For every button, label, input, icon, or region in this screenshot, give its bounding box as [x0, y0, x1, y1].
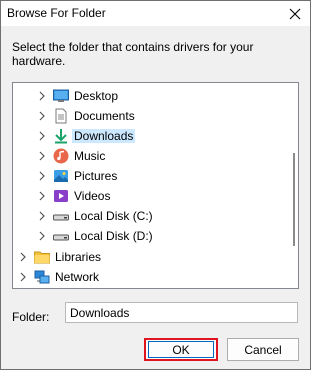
drive-icon	[53, 214, 69, 221]
tree-item-local-disk-d[interactable]: Local Disk (D:)	[13, 226, 281, 246]
browse-for-folder-dialog: Browse For Folder Select the folder that…	[0, 0, 311, 370]
tree-item-label: Pictures	[74, 169, 118, 183]
tree-item-pictures[interactable]: Pictures	[13, 166, 281, 186]
cancel-button[interactable]: Cancel	[227, 338, 299, 361]
music-icon	[53, 148, 69, 164]
network-icon	[34, 270, 50, 284]
ok-button-label: OK	[148, 341, 214, 358]
libraries-icon	[34, 251, 50, 264]
tree-item-libraries[interactable]: Libraries	[13, 247, 281, 267]
pictures-icon	[54, 170, 68, 182]
chevron-right-icon[interactable]	[18, 251, 28, 263]
downloads-icon	[55, 129, 67, 144]
scrollbar-thumb[interactable]	[293, 153, 295, 246]
tree-item-label: Downloads	[72, 129, 136, 143]
tree-item-label: Desktop	[74, 89, 119, 103]
window-title: Browse For Folder	[7, 6, 106, 20]
tree-item-videos[interactable]: Videos	[13, 186, 281, 206]
desktop-icon	[53, 89, 69, 102]
chevron-right-icon[interactable]	[37, 110, 47, 122]
chevron-right-icon[interactable]	[37, 210, 47, 222]
chevron-right-icon[interactable]	[37, 150, 47, 162]
folder-tree[interactable]: Desktop Documents Downloads Music Pictur…	[12, 82, 299, 289]
videos-icon	[54, 190, 68, 202]
chevron-right-icon[interactable]	[37, 230, 47, 242]
documents-icon	[55, 108, 67, 124]
tree-item-label: Music	[74, 149, 106, 163]
tree-item-music[interactable]: Music	[13, 146, 281, 166]
chevron-right-icon[interactable]	[37, 90, 47, 102]
tree-item-downloads[interactable]: Downloads	[13, 126, 281, 146]
folder-input[interactable]	[65, 302, 298, 323]
tree-item-desktop[interactable]: Desktop	[13, 86, 281, 106]
drive-icon	[53, 234, 69, 241]
instruction-text: Select the folder that contains drivers …	[12, 40, 254, 68]
tree-item-label: Local Disk (D:)	[74, 229, 153, 243]
tree-item-local-disk-c[interactable]: Local Disk (C:)	[13, 206, 281, 226]
chevron-right-icon[interactable]	[18, 271, 28, 283]
title-bar: Browse For Folder	[1, 1, 310, 26]
tree-item-label: Videos	[74, 189, 111, 203]
tree-item-documents[interactable]: Documents	[13, 106, 281, 126]
tree-item-network[interactable]: Network	[13, 267, 281, 287]
chevron-right-icon[interactable]	[37, 130, 47, 142]
close-icon	[289, 8, 301, 19]
chevron-right-icon[interactable]	[37, 190, 47, 202]
tree-item-label: Libraries	[55, 250, 102, 264]
ok-button[interactable]: OK	[144, 338, 218, 361]
tree-item-label: Documents	[74, 109, 135, 123]
tree-item-label: Local Disk (C:)	[74, 209, 153, 223]
close-button[interactable]	[280, 1, 310, 26]
chevron-right-icon[interactable]	[37, 170, 47, 182]
tree-item-label: Network	[55, 270, 100, 284]
folder-label: Folder:	[12, 310, 50, 324]
